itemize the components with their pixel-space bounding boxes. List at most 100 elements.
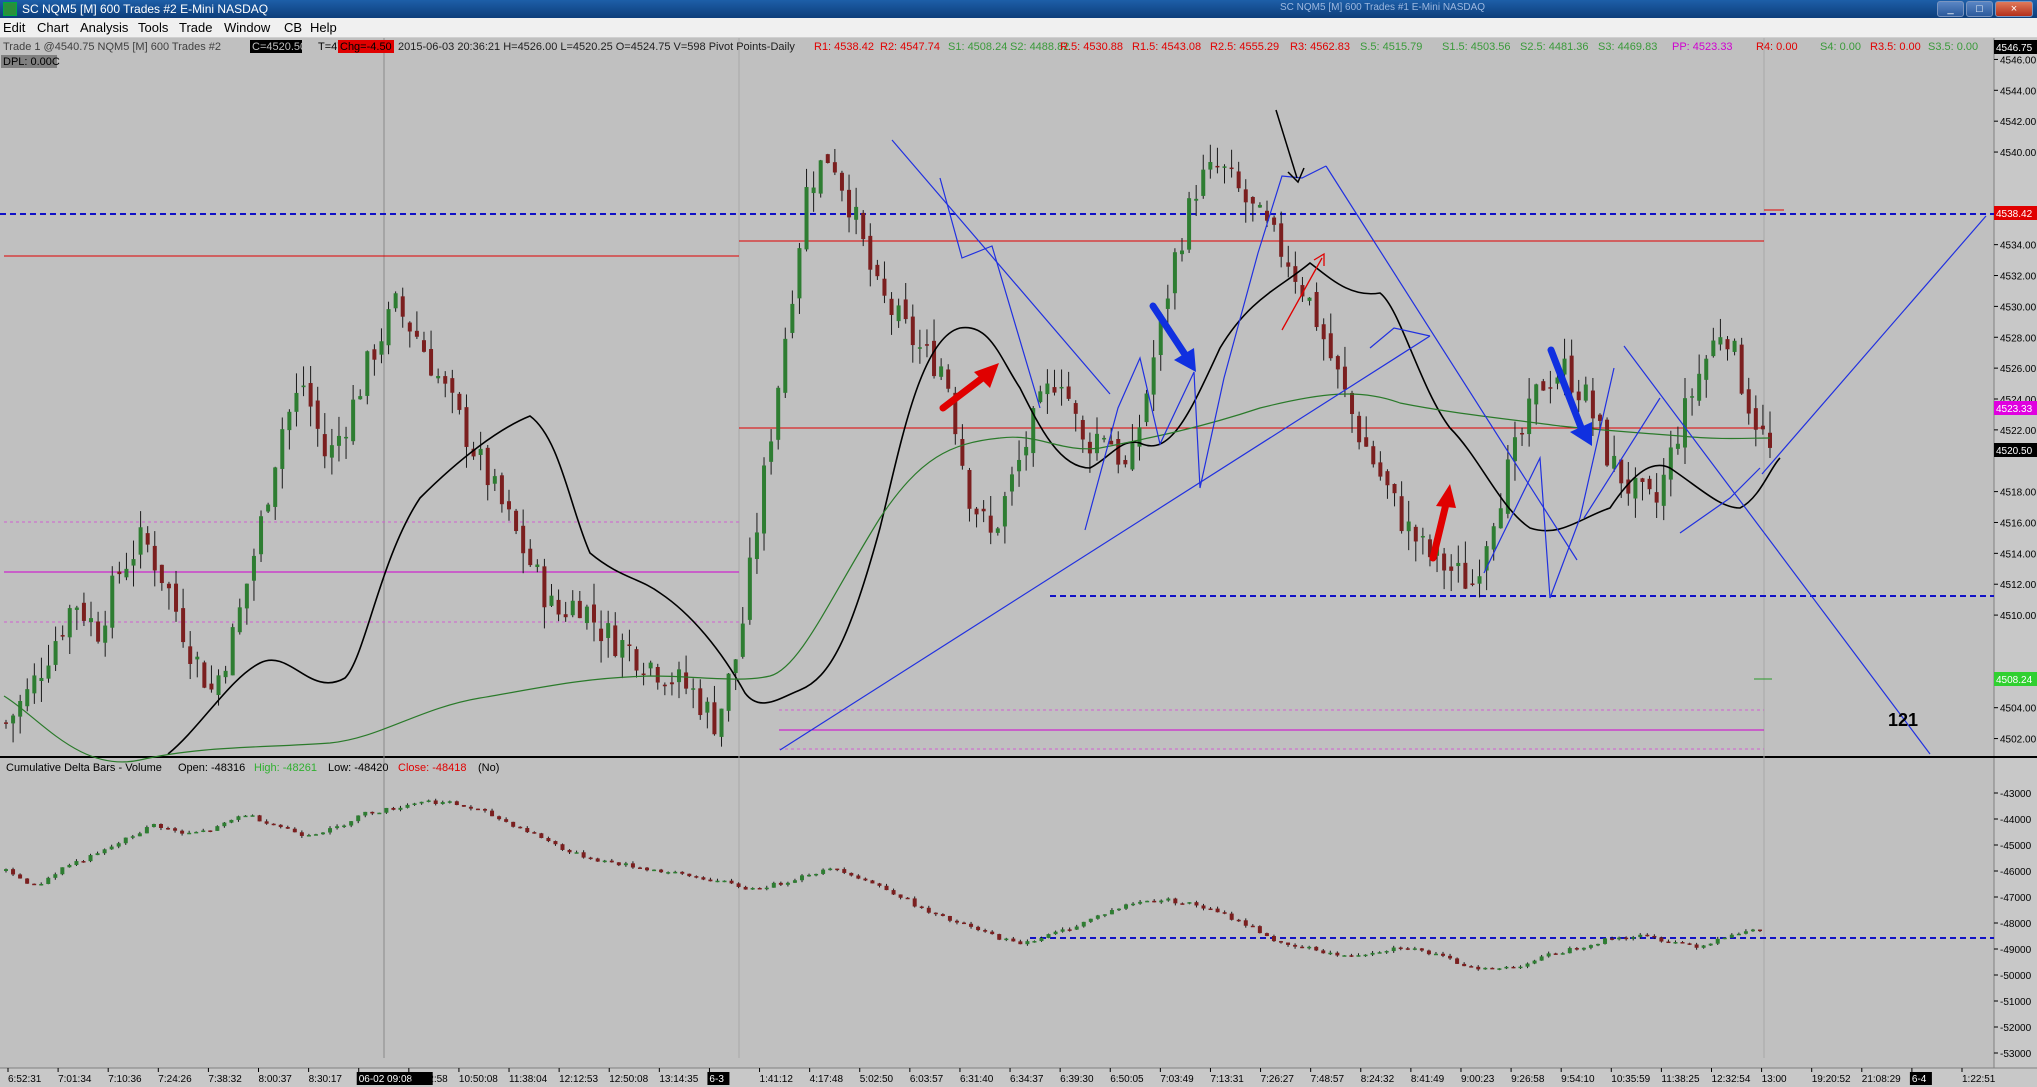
delta-bar[interactable] [187,830,192,835]
delta-bar[interactable] [1145,900,1150,903]
delta-bar[interactable] [905,897,910,900]
candle[interactable] [818,159,823,198]
delta-bar[interactable] [1518,965,1523,969]
delta-bar[interactable] [1370,951,1375,957]
delta-bar[interactable] [1138,900,1143,905]
delta-bar[interactable] [1694,942,1699,950]
delta-bar[interactable] [32,883,37,886]
delta-bar[interactable] [743,885,748,890]
delta-bar[interactable] [60,867,65,876]
delta-bar[interactable] [158,823,163,831]
delta-bar[interactable] [694,875,699,879]
delta-bar[interactable] [398,805,403,812]
candle[interactable] [1739,337,1744,395]
delta-bar[interactable] [525,826,530,834]
delta-bar[interactable] [1377,951,1382,954]
delta-bar[interactable] [1659,936,1664,943]
delta-bar[interactable] [349,820,354,828]
delta-bar[interactable] [194,831,199,834]
delta-bar[interactable] [419,801,424,805]
delta-bar[interactable] [532,831,537,834]
delta-bar[interactable] [384,807,389,814]
delta-bar[interactable] [1011,936,1016,942]
delta-bar[interactable] [1581,947,1586,951]
delta-bar[interactable] [736,882,741,889]
delta-bar[interactable] [933,912,938,917]
delta-bar[interactable] [377,812,382,815]
delta-bar[interactable] [11,867,16,877]
delta-bar[interactable] [370,811,375,816]
delta-bar[interactable] [109,844,114,850]
menu-cb[interactable]: CB [284,20,302,35]
delta-bar[interactable] [1419,947,1424,952]
delta-bar[interactable] [574,850,579,854]
delta-bar[interactable] [1666,939,1671,944]
delta-bar[interactable] [292,827,297,833]
delta-bar[interactable] [483,808,488,813]
delta-bar[interactable] [285,825,290,829]
delta-bar[interactable] [454,800,459,806]
delta-bar[interactable] [1736,932,1741,936]
delta-bar[interactable] [440,800,445,805]
delta-bar[interactable] [1483,967,1488,970]
delta-bar[interactable] [947,915,952,923]
delta-bar[interactable] [835,868,840,872]
delta-bar[interactable] [1018,939,1023,945]
delta-bar[interactable] [116,841,121,849]
delta-bar[interactable] [67,863,72,868]
delta-bar[interactable] [856,874,861,880]
delta-bar[interactable] [602,859,607,863]
delta-bar[interactable] [53,872,58,880]
menu-window[interactable]: Window [224,20,270,35]
delta-bar[interactable] [1560,952,1565,955]
delta-bar[interactable] [1384,950,1389,954]
delta-bar[interactable] [863,877,868,882]
delta-bar[interactable] [356,815,361,824]
delta-bar[interactable] [778,881,783,887]
delta-bars[interactable] [4,798,1762,971]
candle[interactable] [110,566,115,639]
delta-bar[interactable] [461,804,466,807]
delta-bar[interactable] [1222,910,1227,915]
delta-bar[interactable] [497,815,502,821]
delta-bar[interactable] [814,873,819,877]
delta-bar[interactable] [715,878,720,883]
delta-bar[interactable] [236,815,241,822]
menu-help[interactable]: Help [310,20,337,35]
delta-bar[interactable] [1680,941,1685,944]
delta-bar[interactable] [1152,899,1157,903]
delta-bar[interactable] [215,825,220,831]
delta-bar[interactable] [1490,967,1495,970]
delta-bar[interactable] [1053,930,1058,935]
delta-bar[interactable] [412,802,417,806]
candle[interactable] [1187,191,1192,254]
delta-bar[interactable] [1687,942,1692,946]
delta-bar[interactable] [1645,933,1650,937]
delta-bar[interactable] [1335,951,1340,957]
delta-bar[interactable] [708,877,713,882]
delta-bar[interactable] [567,849,572,855]
delta-bar[interactable] [842,867,847,875]
delta-bar[interactable] [1532,959,1537,965]
delta-bar[interactable] [447,800,452,804]
delta-bar[interactable] [1166,897,1171,902]
delta-bar[interactable] [1567,946,1572,954]
delta-bar[interactable] [475,808,480,811]
delta-bar[interactable] [588,856,593,860]
delta-bar[interactable] [490,808,495,817]
delta-bar[interactable] [468,805,473,811]
delta-bar[interactable] [926,905,931,914]
delta-bar[interactable] [1116,908,1121,912]
delta-bar[interactable] [201,828,206,833]
candle[interactable] [1605,417,1610,467]
delta-bar[interactable] [405,803,410,809]
delta-bar[interactable] [1201,903,1206,911]
delta-bar[interactable] [1025,939,1030,946]
delta-bar[interactable] [666,871,671,875]
delta-bar[interactable] [243,815,248,818]
delta-bar[interactable] [1187,902,1192,905]
delta-bar[interactable] [1300,945,1305,949]
delta-bar[interactable] [630,861,635,869]
delta-bar[interactable] [1701,944,1706,949]
price-pane[interactable] [0,38,1994,756]
